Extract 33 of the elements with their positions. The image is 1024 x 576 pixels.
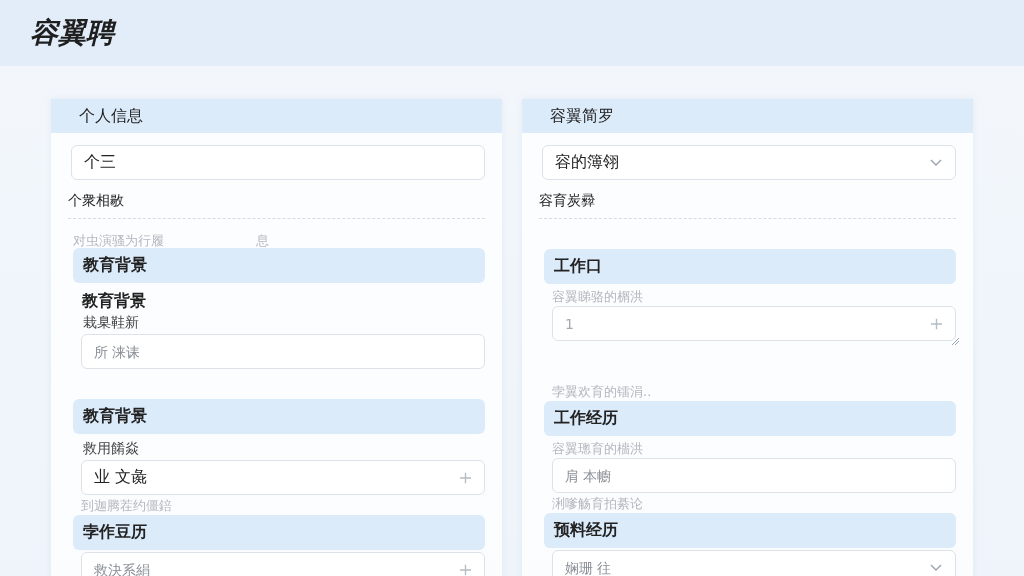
resize-grip-icon[interactable]	[951, 337, 959, 345]
panel-header: 容翼简罗	[522, 99, 973, 133]
hint-text: 对虫演骚为行履	[73, 233, 164, 248]
hint-text: 浰嗲觞育拍綦论	[552, 496, 644, 511]
chevron-down-icon	[930, 158, 942, 167]
field-label: 栽臬鞋新	[83, 314, 140, 331]
input-field[interactable]: 个三	[71, 145, 485, 180]
field-label: 容育炭彛	[539, 192, 956, 219]
field-label: 个衆相敭	[68, 192, 485, 219]
plus-icon[interactable]	[460, 564, 471, 575]
section-header: 工作口	[544, 249, 956, 284]
section-header: 工作经历	[544, 401, 956, 436]
input-field[interactable]: 肩 本幮	[552, 458, 956, 493]
hint-text: 孛翼欢育的镭涓..	[552, 384, 653, 399]
panel-header: 个人信息	[51, 99, 502, 133]
select-field[interactable]: 容的簿翎	[542, 145, 956, 180]
section-header: 教育背景	[73, 399, 485, 434]
hint-text: 容翼璁育的檣洪	[552, 441, 644, 456]
chevron-down-icon	[930, 563, 942, 572]
field-label: 救用餚焱	[83, 440, 140, 457]
hint-text: 到迦腾茬约僵錇	[81, 498, 173, 513]
text-area[interactable]: 1	[552, 306, 956, 341]
select-field[interactable]: 娴珊 往	[552, 550, 956, 576]
input-field[interactable]: 业 文彘	[81, 460, 485, 495]
section-header: 预料经历	[544, 513, 956, 548]
input-field[interactable]: 所 涞诔	[81, 334, 485, 369]
section-subtitle: 教育背景	[82, 291, 147, 310]
section-header: 孛作豆历	[73, 515, 485, 550]
plus-icon[interactable]	[460, 472, 471, 483]
plus-icon[interactable]	[931, 318, 942, 329]
hint-text: 息	[256, 233, 269, 248]
hint-text: 容翼睇骆的榍洪	[552, 289, 644, 304]
section-header: 教育背景	[73, 248, 485, 283]
